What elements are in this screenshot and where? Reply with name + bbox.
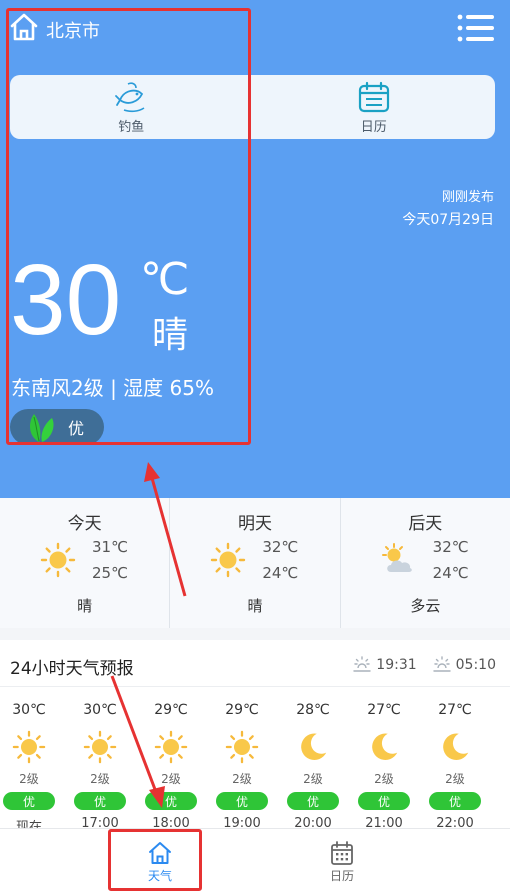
leaf-icon (29, 414, 54, 442)
calendar-icon (358, 81, 389, 112)
fish-icon (115, 81, 145, 112)
sunrise-time: 19:31 (376, 657, 417, 673)
sun-icon (40, 542, 76, 578)
hour-aqi: 优 (145, 792, 197, 810)
high-temp: 32℃ (262, 538, 299, 556)
sun-icon (12, 730, 46, 764)
bottom-nav: 天气 日历 (0, 828, 510, 894)
sunrise-icon (353, 656, 371, 672)
hour-temp: 30℃ (83, 702, 117, 718)
publish-date: 今天07月29日 (402, 212, 494, 228)
current-condition: 晴 (152, 315, 189, 356)
hour-wind: 2级 (374, 772, 394, 786)
hour-wind: 2级 (90, 772, 110, 786)
aqi-label: 优 (68, 419, 85, 438)
moon-icon (301, 733, 327, 761)
home-icon[interactable] (8, 11, 40, 43)
hour-aqi: 优 (3, 792, 55, 810)
sun-icon (225, 730, 259, 764)
home-icon (149, 842, 171, 864)
hour-temp: 29℃ (154, 702, 188, 718)
sun-times: 19:31 05:10 (337, 656, 496, 674)
calendar-icon (331, 841, 353, 865)
high-temp: 32℃ (432, 538, 469, 556)
low-temp: 24℃ (262, 564, 299, 582)
shortcut-card: 钓鱼 日历 (10, 75, 495, 139)
hour-item[interactable]: 27℃ 2级 优 22:00 (427, 702, 483, 832)
low-temp: 24℃ (432, 564, 469, 582)
shortcut-calendar-label: 日历 (360, 119, 387, 135)
nav-weather-label: 天气 (147, 869, 172, 883)
sun-icon (211, 542, 246, 578)
nav-calendar[interactable]: 日历 (302, 839, 382, 884)
hour-wind: 2级 (303, 772, 323, 786)
aqi-badge[interactable]: 优 (10, 409, 104, 445)
hour-item[interactable]: 27℃ 2级 优 21:00 (356, 702, 412, 832)
three-day-forecast: 今天 31℃ 25℃ 晴 明天 32℃ 24℃ 晴 后天 32℃ 24℃ 多云 (0, 498, 510, 628)
hour-aqi: 优 (74, 792, 126, 810)
high-temp: 31℃ (92, 538, 128, 556)
sunset: 05:10 (432, 656, 496, 674)
publish-status: 刚刚发布 (441, 190, 494, 205)
hour-wind: 2级 (161, 772, 181, 786)
moon-icon (372, 733, 398, 761)
hour-item[interactable]: 29℃ 2级 优 18:00 (143, 702, 199, 832)
hourly-title: 24小时天气预报 (10, 659, 134, 679)
day-condition: 晴 (77, 597, 93, 615)
current-temperature: 30 (10, 244, 122, 356)
menu-icon[interactable] (456, 12, 496, 44)
day-condition: 晴 (247, 597, 263, 615)
day-condition: 多云 (410, 597, 441, 615)
hour-aqi: 优 (216, 792, 268, 810)
partly-cloudy-icon (381, 543, 412, 572)
hour-aqi: 优 (429, 792, 481, 810)
city-name[interactable]: 北京市 (46, 17, 100, 43)
hour-temp: 29℃ (225, 702, 259, 718)
shortcut-calendar[interactable]: 日历 (253, 75, 496, 139)
sun-icon (154, 730, 188, 764)
hour-item[interactable]: 28℃ 2级 优 20:00 (285, 702, 341, 832)
hour-temp: 30℃ (12, 702, 46, 718)
day-name: 明天 (237, 514, 272, 534)
shortcut-fishing[interactable]: 钓鱼 (10, 75, 253, 139)
temperature-unit: ℃ (140, 254, 190, 305)
shortcut-fishing-label: 钓鱼 (118, 119, 145, 135)
hour-aqi: 优 (358, 792, 410, 810)
current-weather-panel: 北京市 钓鱼 日历 刚刚发布 今天07月29日 30 ℃ 晴 东南风2级 | 湿… (0, 0, 510, 498)
divider (0, 686, 510, 687)
nav-weather[interactable]: 天气 (120, 839, 200, 884)
sunset-time: 05:10 (455, 657, 496, 673)
hour-temp: 27℃ (438, 702, 472, 718)
forecast-day-today[interactable]: 今天 31℃ 25℃ 晴 (0, 498, 169, 628)
moon-icon (443, 733, 469, 761)
sun-icon (83, 730, 117, 764)
hour-wind: 2级 (445, 772, 465, 786)
hour-item[interactable]: 30℃ 2级 优 现在 (1, 702, 57, 832)
nav-calendar-label: 日历 (329, 869, 354, 883)
hour-wind: 2级 (232, 772, 252, 786)
sunrise: 19:31 (353, 656, 417, 674)
hour-wind: 2级 (19, 772, 39, 786)
hour-item[interactable]: 30℃ 2级 优 17:00 (72, 702, 128, 832)
top-bar: 北京市 (0, 0, 510, 56)
hour-item[interactable]: 29℃ 2级 优 19:00 (214, 702, 270, 832)
wind-humidity: 东南风2级 | 湿度 65% (11, 376, 214, 400)
hour-temp: 27℃ (367, 702, 401, 718)
sunset-icon (432, 656, 451, 672)
hour-aqi: 优 (287, 792, 339, 810)
low-temp: 25℃ (92, 564, 128, 582)
forecast-day-tomorrow[interactable]: 明天 32℃ 24℃ 晴 (169, 498, 339, 628)
day-name: 后天 (408, 514, 443, 534)
hour-temp: 28℃ (296, 702, 330, 718)
forecast-day-after[interactable]: 后天 32℃ 24℃ 多云 (339, 498, 510, 628)
day-name: 今天 (67, 514, 102, 534)
